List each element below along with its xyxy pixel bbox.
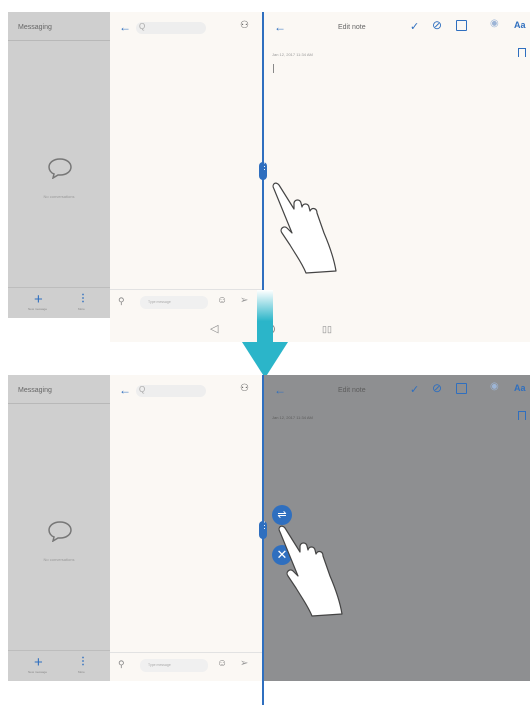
image-icon[interactable] bbox=[456, 383, 467, 394]
messaging-bottom-bar: + New message ⋮ More bbox=[8, 287, 110, 318]
divider bbox=[8, 40, 110, 41]
messaging-bottom-bar: + New message ⋮ More bbox=[8, 650, 110, 681]
message-placeholder: Type message bbox=[148, 300, 171, 304]
messaging-pane: Messaging No conversations + New message… bbox=[8, 375, 110, 681]
send-icon[interactable]: ➢ bbox=[240, 658, 248, 669]
search-input[interactable]: Q bbox=[136, 22, 206, 34]
message-placeholder: Type message bbox=[148, 663, 171, 667]
back-arrow-icon[interactable]: ← bbox=[274, 383, 286, 397]
check-icon[interactable]: ✓ bbox=[410, 20, 419, 33]
divider-handle[interactable]: ⋮ bbox=[259, 520, 269, 539]
search-icon: Q bbox=[139, 22, 146, 31]
pointing-hand-icon bbox=[272, 182, 337, 274]
check-icon[interactable]: ✓ bbox=[410, 383, 419, 396]
text-format-button[interactable]: Aa bbox=[514, 383, 526, 393]
chat-bubble-icon bbox=[48, 158, 72, 179]
back-arrow-icon[interactable]: ← bbox=[119, 20, 131, 34]
message-input[interactable]: Type message bbox=[140, 659, 208, 672]
text-format-button[interactable]: Aa bbox=[514, 20, 526, 30]
attachment-icon[interactable]: ⚲ bbox=[118, 659, 125, 670]
conversation-pane: ← Q ⚇ ⚲ Type message ☺ ➢ bbox=[110, 375, 262, 681]
new-message-button[interactable]: + bbox=[34, 292, 43, 307]
new-message-label: New message bbox=[28, 307, 48, 311]
system-nav-bar: ◁ ▯▯ bbox=[110, 318, 530, 342]
note-date: Jan 12, 2017 11:34 AM bbox=[272, 415, 313, 420]
image-icon[interactable] bbox=[456, 20, 467, 31]
back-arrow-icon[interactable]: ← bbox=[119, 383, 131, 397]
search-icon: Q bbox=[139, 385, 146, 394]
checklist-icon[interactable]: ⊘ bbox=[432, 381, 442, 395]
messaging-title: Messaging bbox=[18, 24, 52, 31]
note-title: Edit note bbox=[338, 387, 366, 394]
attachment-icon[interactable]: ⚲ bbox=[118, 296, 125, 307]
down-arrow-icon bbox=[242, 290, 288, 378]
note-date: Jan 12, 2017 11:34 AM bbox=[272, 52, 313, 57]
empty-state-text: No conversations bbox=[43, 194, 75, 199]
camera-icon[interactable]: ◉ bbox=[490, 381, 499, 392]
nav-recent-icon[interactable]: ▯▯ bbox=[322, 324, 332, 335]
note-title: Edit note bbox=[338, 24, 366, 31]
message-input-row: ⚲ Type message ☺ ➢ bbox=[110, 652, 262, 681]
more-menu-icon[interactable]: ⋮ bbox=[78, 293, 88, 305]
messaging-title: Messaging bbox=[18, 387, 52, 394]
chat-bubble-icon bbox=[48, 521, 72, 542]
split-divider bbox=[262, 375, 264, 705]
messaging-pane: Messaging No conversations + New message… bbox=[8, 12, 110, 318]
new-message-label: New message bbox=[28, 670, 48, 674]
message-input[interactable]: Type message bbox=[140, 296, 208, 309]
new-message-button[interactable]: + bbox=[34, 655, 43, 670]
emoji-icon[interactable]: ☺ bbox=[217, 658, 227, 669]
contact-icon[interactable]: ⚇ bbox=[240, 383, 249, 394]
more-menu-icon[interactable]: ⋮ bbox=[78, 656, 88, 668]
nav-back-icon[interactable]: ◁ bbox=[210, 322, 218, 335]
more-menu-label: More bbox=[78, 670, 85, 674]
divider bbox=[8, 403, 110, 404]
emoji-icon[interactable]: ☺ bbox=[217, 295, 227, 306]
text-cursor bbox=[273, 64, 274, 73]
split-screen-after: Messaging No conversations + New message… bbox=[0, 375, 530, 705]
empty-state-text: No conversations bbox=[43, 557, 75, 562]
back-arrow-icon[interactable]: ← bbox=[274, 20, 286, 34]
more-menu-label: More bbox=[78, 307, 85, 311]
conversation-pane: ← Q ⚇ ⚲ Type message ☺ ➢ bbox=[110, 12, 262, 318]
pointing-hand-icon bbox=[278, 525, 343, 617]
search-input[interactable]: Q bbox=[136, 385, 206, 397]
checklist-icon[interactable]: ⊘ bbox=[432, 18, 442, 32]
bookmark-icon[interactable] bbox=[518, 48, 526, 57]
camera-icon[interactable]: ◉ bbox=[490, 18, 499, 29]
message-input-row: ⚲ Type message ☺ ➢ bbox=[110, 289, 262, 318]
contact-icon[interactable]: ⚇ bbox=[240, 20, 249, 31]
bookmark-icon[interactable] bbox=[518, 411, 526, 420]
